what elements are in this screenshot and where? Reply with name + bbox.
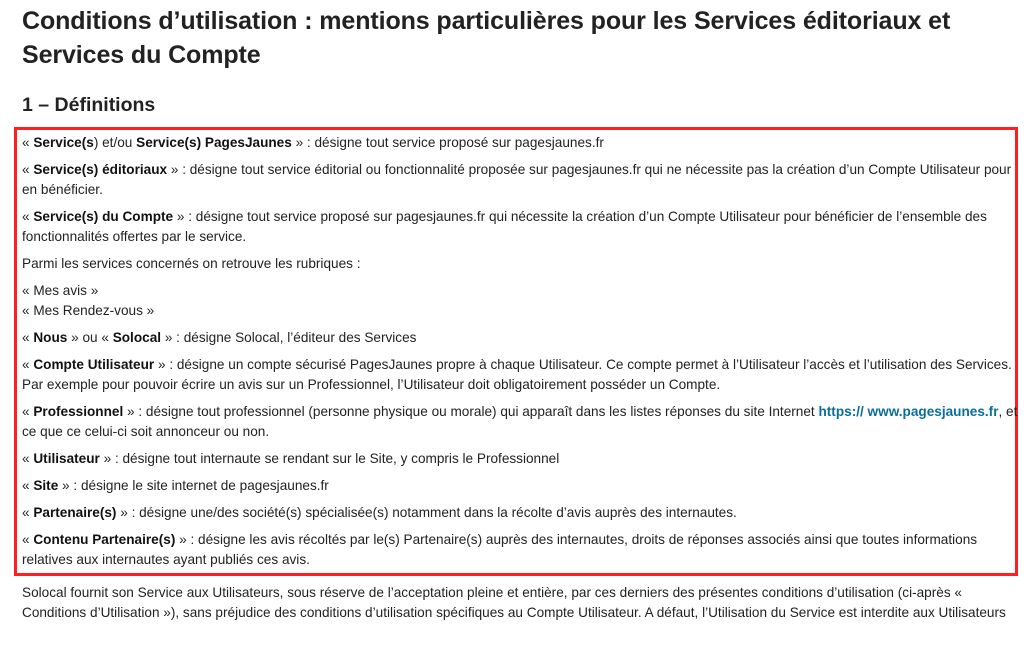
term-services-editoriaux: Service(s) éditoriaux [33,162,168,177]
term-services: Service(s [33,135,94,150]
definition-text: » : désigne un compte sécurisé PagesJaun… [22,357,1012,392]
term-utilisateur: Utilisateur [33,451,100,466]
footer-paragraph: Solocal fournit son Service aux Utilisat… [22,585,1006,620]
quote-open: « [22,451,34,466]
term-services-du-compte: Service(s) du Compte [33,209,174,224]
quote-open: « [22,135,34,150]
quote-open: « [22,404,34,419]
definition-utilisateur: « Utilisateur » : désigne tout internaut… [22,449,1020,469]
rubrique-mes-rendez-vous: « Mes Rendez-vous » [22,303,155,318]
term-professionnel: Professionnel [33,404,124,419]
pagesjaunes-link[interactable]: https:// www.pagesjaunes.fr [818,404,998,419]
definition-text: » : désigne tout service proposé sur pag… [291,135,604,150]
definition-compte-utilisateur: « Compte Utilisateur » : désigne un comp… [22,355,1020,395]
definition-connector: ) et/ou [93,135,137,150]
definition-text: » : désigne tout professionnel (personne… [123,404,819,419]
term-partenaires: Partenaire(s) [33,505,117,520]
quote-open: « [22,532,34,547]
term-compte-utilisateur: Compte Utilisateur [33,357,155,372]
quote-open: « [22,505,34,520]
definition-connector: » ou « [67,330,113,345]
term-contenu-partenaire: Contenu Partenaire(s) [33,532,176,547]
rubriques-intro: Parmi les services concernés on retrouve… [22,256,361,271]
definition-site: « Site » : désigne le site internet de p… [22,476,1020,496]
definition-text: » : désigne une/des société(s) spécialis… [116,505,737,520]
section-title-definitions: 1 – Définitions [22,94,156,116]
definition-text: » : désigne tout service éditorial ou fo… [22,162,1012,197]
definition-services-editoriaux: « Service(s) éditoriaux » : désigne tout… [22,160,1020,200]
definition-nous-solocal: « Nous » ou « Solocal » : désigne Soloca… [22,328,1020,348]
quote-open: « [22,478,34,493]
definitions-list: « Service(s) et/ou Service(s) PagesJaune… [22,133,1020,570]
term-solocal: Solocal [112,330,162,345]
quote-open: « [22,209,34,224]
term-services-pagesjaunes: Service(s) PagesJaunes [136,135,292,150]
page-title: Conditions d’utilisation : mentions part… [22,7,951,69]
definition-services: « Service(s) et/ou Service(s) PagesJaune… [22,133,1020,153]
quote-open: « [22,162,34,177]
definition-text: » : désigne tout internaute se rendant s… [99,451,560,466]
definition-text: » : désigne le site internet de pagesjau… [58,478,329,493]
definition-services-du-compte: « Service(s) du Compte » : désigne tout … [22,207,1020,247]
quote-open: « [22,357,34,372]
definition-partenaires: « Partenaire(s) » : désigne une/des soci… [22,503,1020,523]
definition-contenu-partenaire: « Contenu Partenaire(s) » : désigne les … [22,530,1020,570]
term-site: Site [33,478,59,493]
definition-professionnel: « Professionnel » : désigne tout profess… [22,402,1020,442]
definition-text: » : désigne Solocal, l’éditeur des Servi… [161,330,417,345]
term-nous: Nous [33,330,68,345]
quote-open: « [22,330,34,345]
rubrique-mes-avis: « Mes avis » [22,283,99,298]
